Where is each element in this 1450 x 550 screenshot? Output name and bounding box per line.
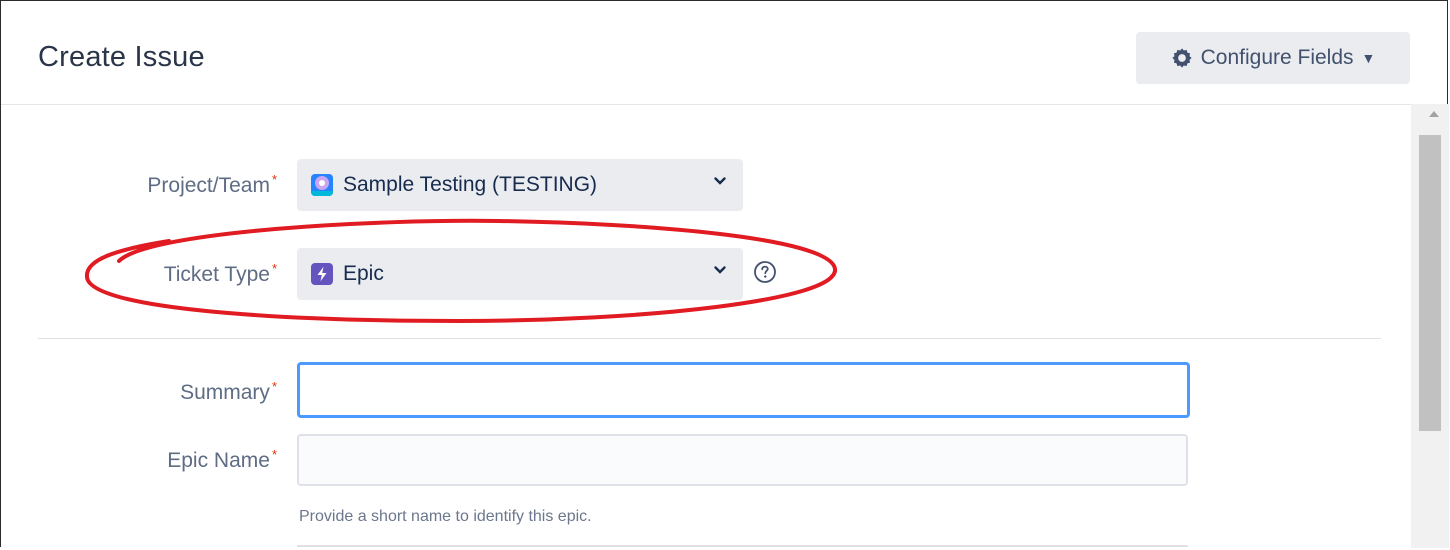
summary-field-label: Summary * (17, 379, 277, 405)
project-field-label: Project/Team * (17, 172, 277, 198)
scroll-up-arrow-icon[interactable] (1429, 111, 1439, 117)
epic-name-hint: Provide a short name to identify this ep… (299, 508, 592, 525)
create-issue-dialog: Create Issue Configure Fields ▼ Project/… (0, 0, 1449, 550)
project-select[interactable]: Sample Testing (TESTING) (297, 159, 743, 211)
chevron-down-icon (714, 177, 726, 185)
scrollbar-thumb[interactable] (1419, 135, 1441, 431)
epic-name-field-label: Epic Name * (17, 447, 277, 473)
summary-label-text: Summary (180, 381, 270, 404)
section-divider (38, 338, 1381, 339)
summary-input[interactable] (297, 362, 1190, 418)
dialog-title: Create Issue (38, 41, 205, 73)
configure-fields-label: Configure Fields (1200, 46, 1354, 69)
next-field-input-edge[interactable] (297, 545, 1188, 550)
dialog-header: Create Issue Configure Fields ▼ (1, 1, 1411, 105)
epic-name-input[interactable] (297, 434, 1188, 486)
gear-icon (1171, 48, 1192, 68)
project-avatar-icon (311, 174, 333, 196)
required-asterisk: * (271, 379, 277, 394)
configure-fields-button[interactable]: Configure Fields ▼ (1136, 32, 1410, 84)
project-label-text: Project/Team (147, 174, 270, 197)
annotation-ellipse (84, 218, 837, 324)
project-select-value: Sample Testing (TESTING) (343, 173, 598, 196)
required-asterisk: * (271, 172, 277, 187)
required-asterisk: * (271, 447, 277, 462)
caret-down-icon: ▼ (1361, 50, 1376, 66)
epic-name-label-text: Epic Name (167, 449, 270, 472)
